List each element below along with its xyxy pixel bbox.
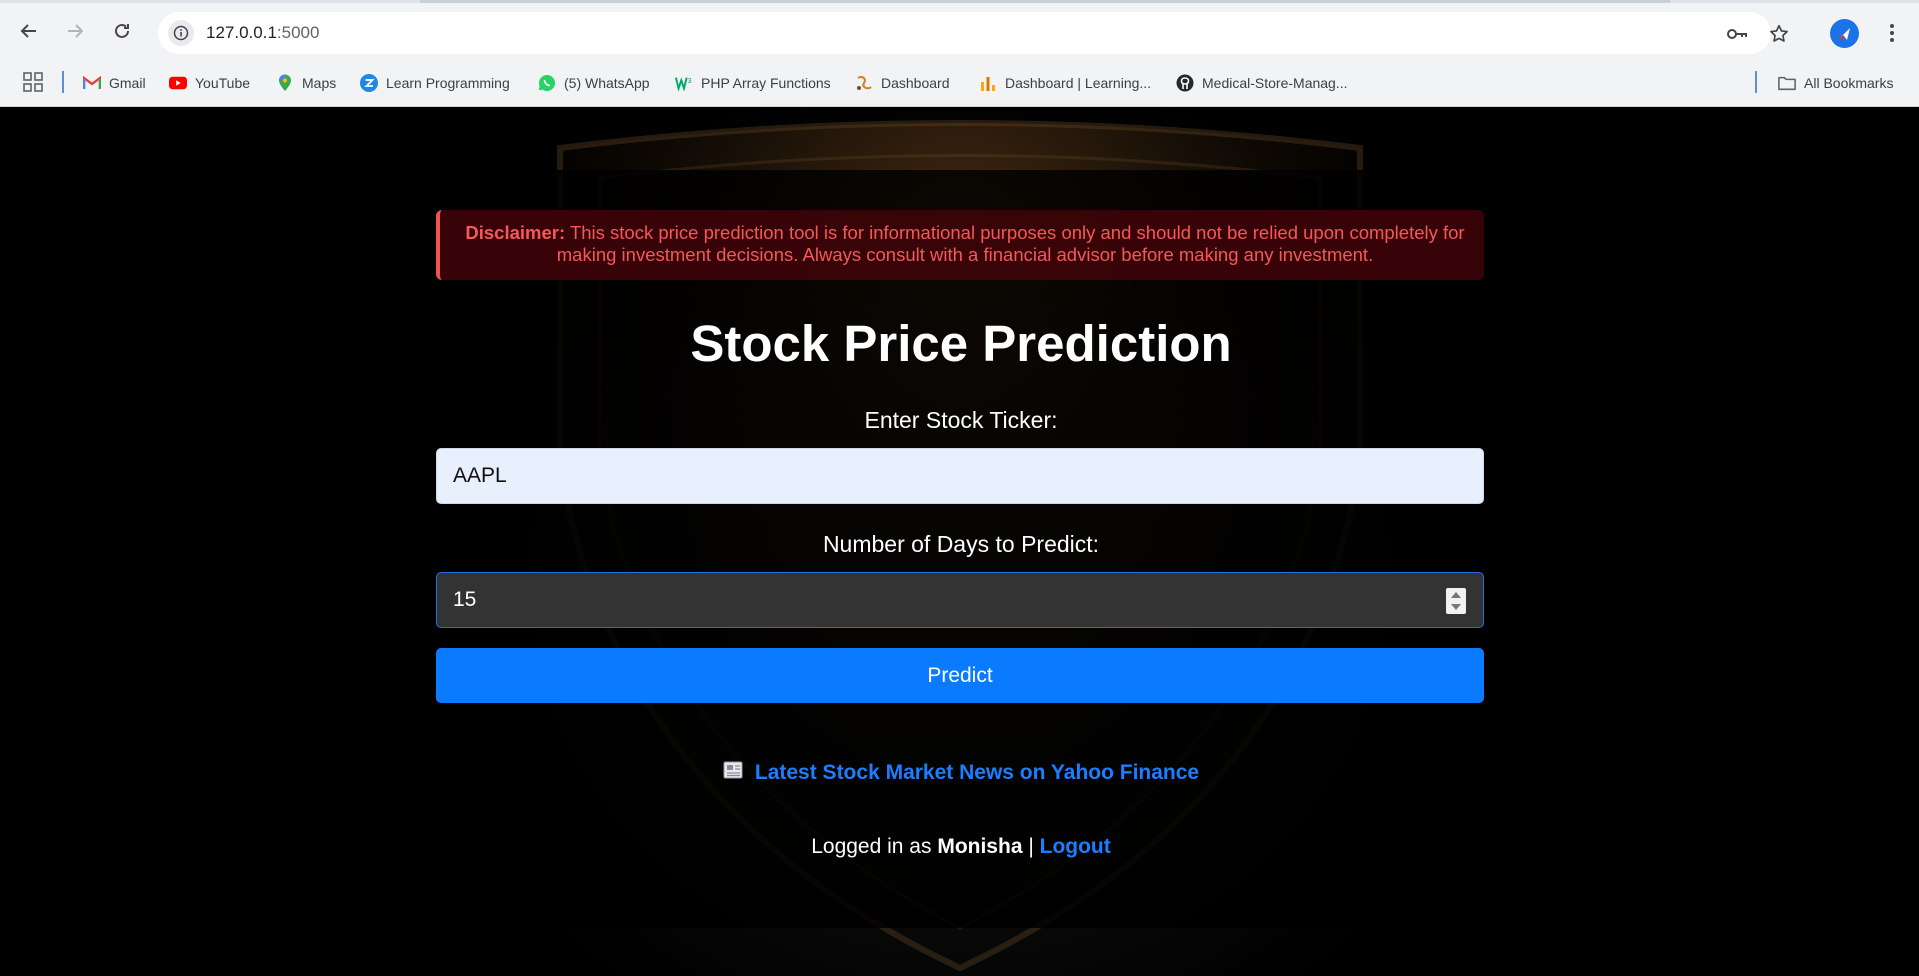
all-bookmarks-button[interactable]: All Bookmarks [1778,71,1893,95]
days-field[interactable] [436,572,1484,628]
page-viewport: Disclaimer: This stock price prediction … [0,108,1919,976]
learn-programming-icon [360,74,378,92]
bookmark-youtube[interactable]: YouTube [169,71,250,95]
apps-grid-icon[interactable] [22,71,44,93]
disclaimer-text: This stock price prediction tool is for … [556,222,1465,265]
bookmark-gmail[interactable]: Gmail [83,71,146,95]
site-info-icon[interactable] [168,20,194,46]
bookmark-dashboard-learning[interactable]: Dashboard | Learning... [979,71,1151,95]
reload-button[interactable] [104,13,140,49]
forward-button[interactable] [57,13,93,49]
w3schools-icon: 3 [675,74,693,92]
back-button[interactable] [11,13,47,49]
disclaimer-alert: Disclaimer: This stock price prediction … [436,210,1484,280]
stepper-arrows-icon [1451,592,1461,610]
ticker-input[interactable] [436,448,1484,504]
bookmark-star-icon[interactable] [1767,22,1791,46]
folder-icon [1778,74,1796,92]
bookmark-dashboard[interactable]: Dashboard [855,71,950,95]
days-input[interactable] [437,573,1437,627]
login-separator: | [1022,835,1040,858]
url-port: :5000 [276,23,320,42]
reload-icon [115,23,129,38]
days-label: Number of Days to Predict: [822,531,1100,557]
dashboard-icon [855,74,873,92]
github-icon [1176,74,1194,92]
predict-button[interactable]: Predict [436,648,1484,703]
login-status: Logged in as Monisha | Logout [398,835,1524,859]
analytics-icon [979,74,997,92]
bookmark-label: YouTube [195,75,251,91]
bookmark-label: Dashboard [881,75,950,91]
username: Monisha [937,835,1023,858]
password-key-icon[interactable] [1725,22,1749,46]
bookmark-label: PHP Array Functions [701,75,831,91]
bookmark-label: (5) WhatsApp [564,75,650,91]
url-host: 127.0.0.1 [206,23,277,42]
bookmark-maps[interactable]: Maps [276,71,336,95]
browser-toolbar: 127.0.0.1:5000 [0,3,1919,59]
days-stepper[interactable] [1446,588,1466,614]
profile-avatar[interactable] [1830,19,1859,48]
bookmark-whatsapp[interactable]: (5) WhatsApp [538,71,650,95]
bookmark-label: Medical-Store-Manag... [1202,75,1348,91]
login-prefix: Logged in as [811,835,938,858]
news-row: Latest Stock Market News on Yahoo Financ… [398,760,1524,785]
svg-text:3: 3 [688,76,692,85]
page-title: Stock Price Prediction [690,315,1232,372]
forward-arrow-icon [68,24,84,38]
bookmark-label: Learn Programming [386,75,510,91]
whatsapp-icon [538,74,556,92]
back-arrow-icon [20,24,36,38]
yahoo-finance-news-link[interactable]: Latest Stock Market News on Yahoo Financ… [755,761,1199,785]
bookmarks-separator-right [1755,71,1757,93]
url-text[interactable]: 127.0.0.1:5000 [206,23,319,43]
logout-link[interactable]: Logout [1040,835,1111,858]
youtube-icon [169,74,187,92]
bookmark-php-array-functions[interactable]: 3 PHP Array Functions [675,71,831,95]
bookmark-label: Maps [302,75,337,91]
bookmark-label: Gmail [109,75,146,91]
bookmarks-separator [62,71,64,93]
bookmarks-bar: Gmail YouTube Maps Learn Programming (5)… [0,59,1919,107]
all-bookmarks-label: All Bookmarks [1804,75,1894,91]
bookmark-label: Dashboard | Learning... [1005,75,1152,91]
maps-icon [276,74,294,92]
prediction-card: Disclaimer: This stock price prediction … [398,170,1524,928]
bookmark-medical-store[interactable]: Medical-Store-Manag... [1176,71,1348,95]
ticker-label: Enter Stock Ticker: [864,407,1058,433]
disclaimer-label: Disclaimer: [465,222,566,243]
address-bar[interactable]: 127.0.0.1:5000 [158,12,1788,54]
newspaper-icon [723,760,745,785]
profile-icon [1837,27,1850,40]
bookmark-learn-programming[interactable]: Learn Programming [360,71,510,95]
gmail-icon [83,74,101,92]
browser-menu-icon[interactable] [1880,21,1904,45]
